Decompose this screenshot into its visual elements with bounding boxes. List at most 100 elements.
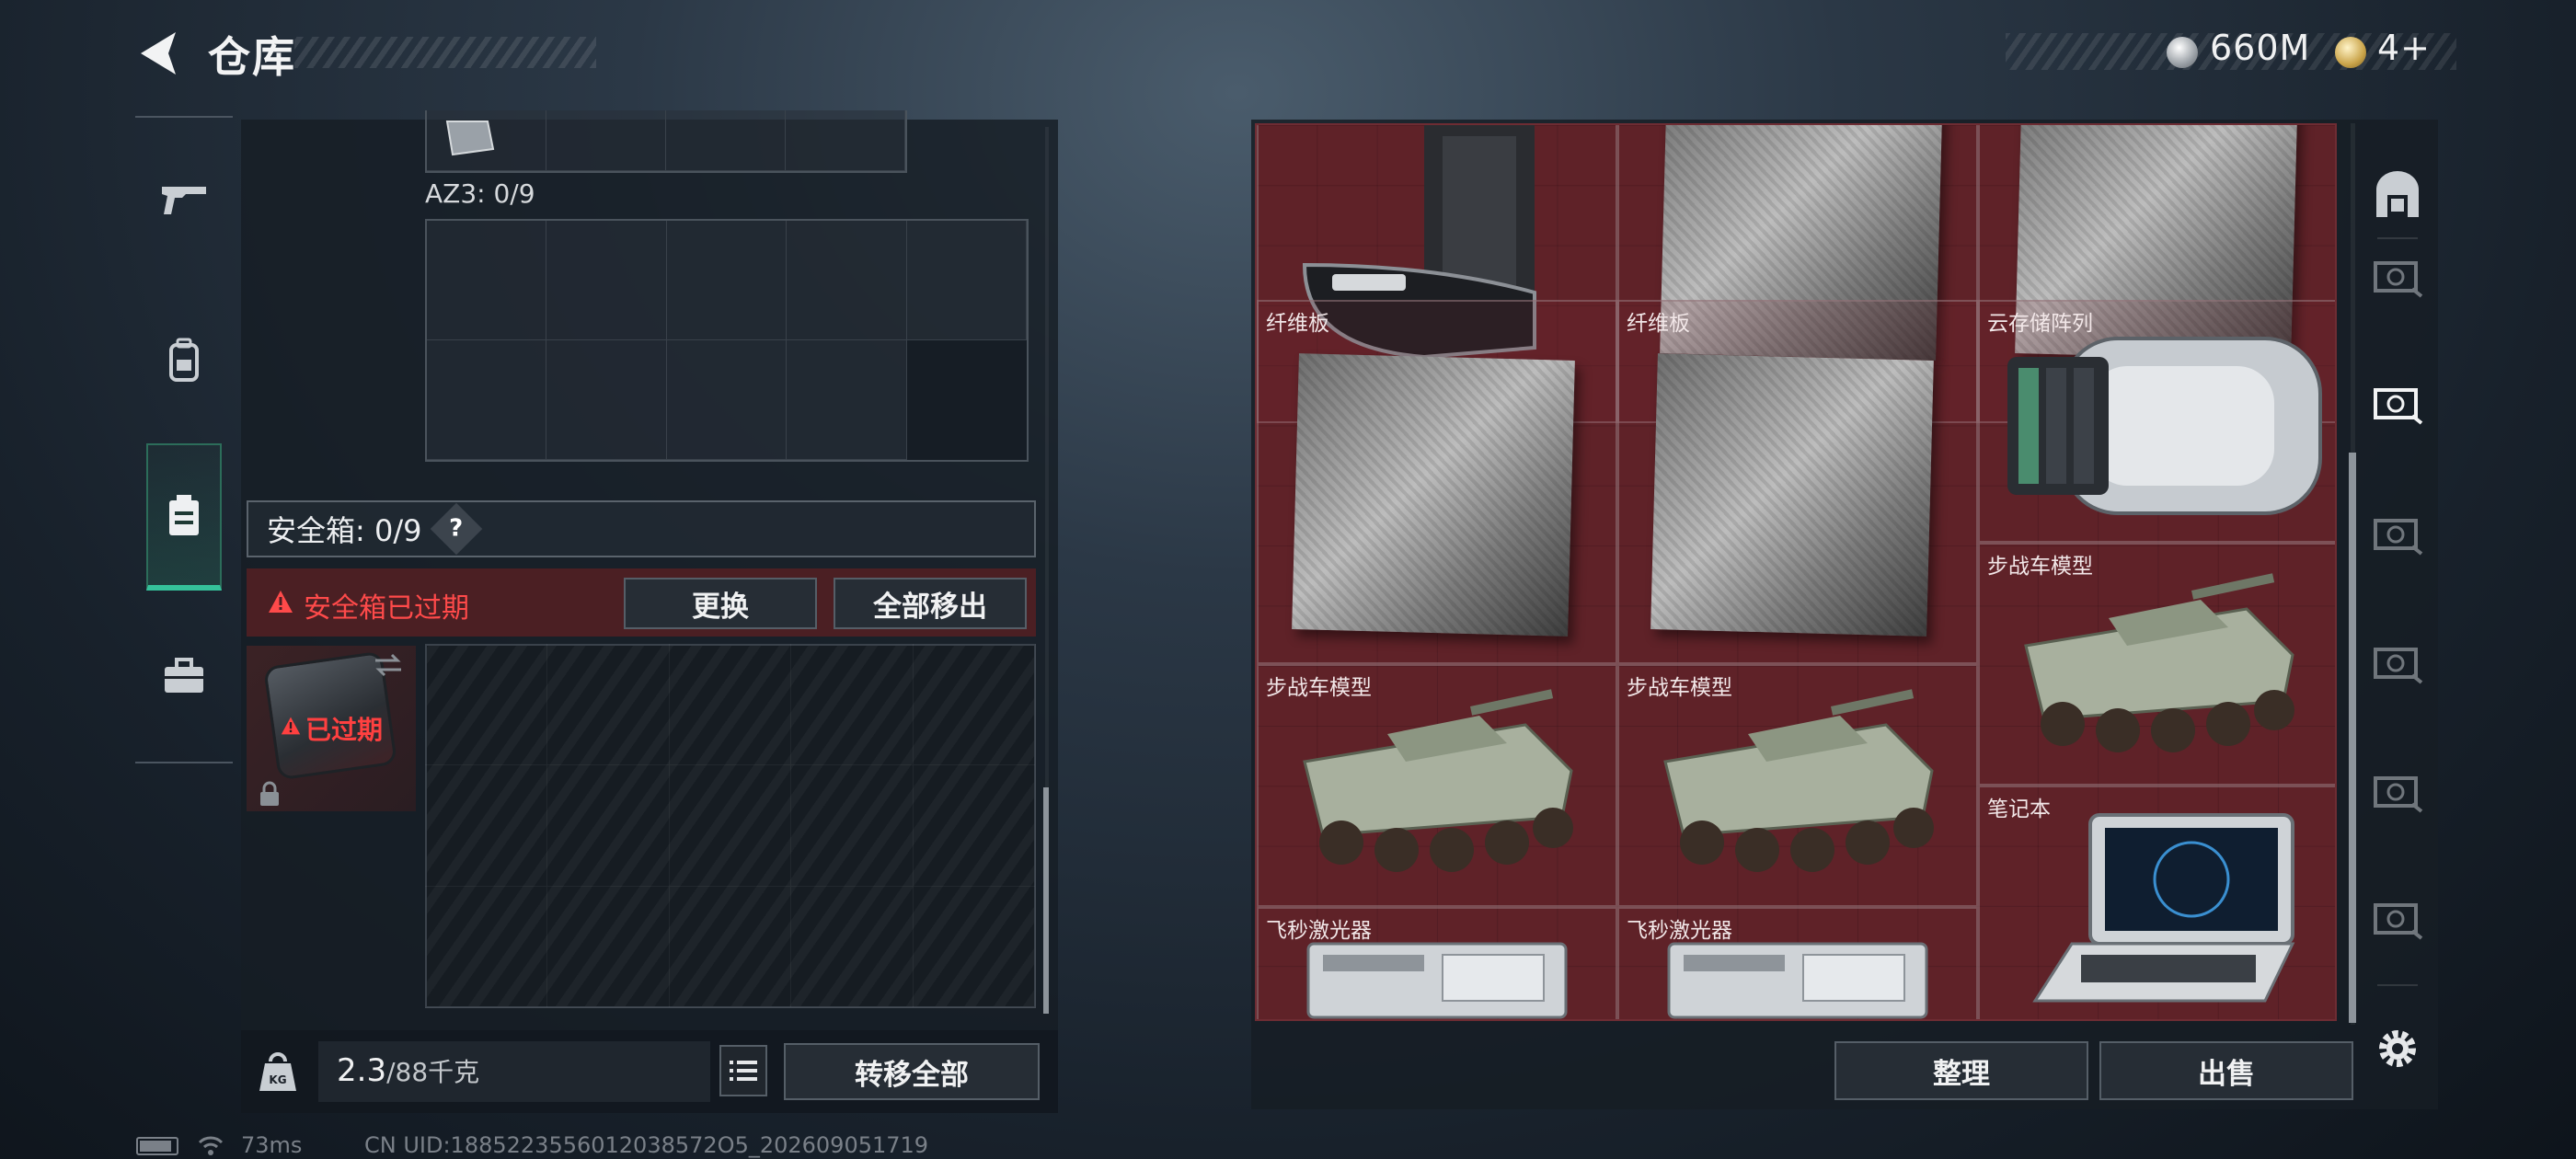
inventory-item[interactable]: 步战车模型 xyxy=(1257,664,1617,907)
storage-tab[interactable] xyxy=(2364,502,2431,567)
replace-button[interactable]: 更换 xyxy=(624,578,817,629)
inventory-item[interactable]: 步战车模型 xyxy=(1617,664,1978,907)
transfer-all-button[interactable]: 转移全部 xyxy=(784,1043,1040,1100)
grid-slot[interactable] xyxy=(546,221,667,340)
femtosecond-laser-image xyxy=(1306,942,1568,1019)
az3-grid xyxy=(425,219,1029,462)
storage-box-icon xyxy=(2374,648,2423,684)
grid-slot[interactable] xyxy=(787,221,907,340)
gold-balance: 4+ xyxy=(2377,28,2432,68)
backpack-icon xyxy=(169,338,199,382)
nav-weapons[interactable] xyxy=(146,131,222,269)
back-button[interactable] xyxy=(131,26,186,81)
storage-tab[interactable] xyxy=(2364,245,2431,309)
page-title: 仓库 xyxy=(208,32,296,82)
item-name: 纤维板 xyxy=(1627,312,1690,336)
femtosecond-laser-image xyxy=(1667,942,1928,1019)
grid-slot[interactable] xyxy=(546,110,666,171)
grid-slot xyxy=(791,644,914,765)
storage-box-icon xyxy=(2374,776,2423,813)
briefcase-icon xyxy=(165,658,203,693)
inventory-item[interactable]: 步战车模型 xyxy=(1978,543,2335,786)
item-fragment-icon xyxy=(445,120,495,156)
warehouse-grid: 纤维板 纤维板 云存储阵列 步战车模型 步战车模型 步战车模型 笔记本 飞秒激光… xyxy=(1255,123,2337,1021)
grid-slot xyxy=(914,765,1036,887)
grid-slot[interactable] xyxy=(427,221,547,340)
item-name: 纤维板 xyxy=(1266,312,1329,336)
sidebar-divider xyxy=(2377,984,2418,986)
grid-slot[interactable] xyxy=(666,221,788,340)
grid-slot xyxy=(914,644,1036,765)
wifi-icon xyxy=(198,1136,224,1155)
weight-max: /88千克 xyxy=(386,1057,480,1087)
user-uid: CN UID:1885223556012038572O5_20260905171… xyxy=(364,1132,929,1158)
inventory-item[interactable]: 飞秒激光器 xyxy=(1617,907,1978,1019)
warning-icon xyxy=(281,717,301,735)
move-all-out-button[interactable]: 全部移出 xyxy=(834,578,1027,629)
storage-tab[interactable] xyxy=(2364,760,2431,824)
safe-case-capacity: 安全箱: 0/9 xyxy=(267,513,422,548)
fiberboard-image xyxy=(1650,353,1934,637)
inventory-item[interactable]: 纤维板 xyxy=(1257,300,1617,664)
inventory-item[interactable]: 飞秒激光器 xyxy=(1257,907,1617,1019)
storage-box-icon xyxy=(2374,903,2423,940)
warning-icon xyxy=(269,591,293,613)
grid-slot[interactable] xyxy=(786,110,905,171)
svg-text:KG: KG xyxy=(269,1073,286,1086)
nav-safe-case[interactable] xyxy=(146,443,222,591)
gear-icon[interactable] xyxy=(2372,1023,2423,1074)
grid-slot[interactable] xyxy=(666,110,786,171)
grid-slot xyxy=(546,887,670,1008)
inventory-item[interactable]: 云存储阵列 xyxy=(1978,300,2335,543)
nav-backpack[interactable] xyxy=(146,291,222,429)
grid-slot xyxy=(669,765,792,887)
grid-slot xyxy=(669,887,792,1008)
sell-button[interactable]: 出售 xyxy=(2099,1041,2353,1100)
ifv-model-image xyxy=(2024,573,2294,752)
fiberboard-image xyxy=(1292,353,1575,637)
silver-coin-icon xyxy=(2167,37,2198,68)
safe-case-icon xyxy=(169,495,199,535)
gold-coin-icon xyxy=(2335,37,2366,68)
storage-tab[interactable] xyxy=(2364,887,2431,951)
back-arrow-icon xyxy=(141,32,176,75)
az3-capacity-label: AZ3: 0/9 xyxy=(425,178,535,209)
grid-slot[interactable] xyxy=(666,340,788,460)
lock-icon xyxy=(260,781,279,806)
grid-slot xyxy=(425,765,547,887)
storage-box-icon xyxy=(2374,388,2423,425)
battery-icon xyxy=(136,1137,178,1155)
cloud-storage-image xyxy=(2007,337,2322,515)
grid-slot[interactable] xyxy=(906,221,1027,340)
inventory-item[interactable]: 笔记本 xyxy=(1978,786,2335,1019)
weight-readout: 2.3/88千克 xyxy=(337,1052,479,1089)
help-button[interactable]: ? xyxy=(431,502,483,556)
storage-home-icon xyxy=(2376,171,2419,217)
ifv-model-image xyxy=(1663,689,1934,872)
storage-box-icon xyxy=(2374,519,2423,556)
inventory-item[interactable]: 纤维板 xyxy=(1617,300,1978,664)
list-view-button[interactable] xyxy=(719,1045,767,1096)
laptop-image xyxy=(2032,813,2295,1003)
swap-icon[interactable] xyxy=(372,651,405,679)
grid-slot xyxy=(425,887,547,1008)
grid-slot xyxy=(546,765,670,887)
expired-warning-text: 安全箱已过期 xyxy=(304,592,469,625)
weight-icon: KG xyxy=(259,1052,296,1091)
grid-slot xyxy=(669,644,792,765)
right-scrollbar-thumb[interactable] xyxy=(2349,453,2356,1023)
grid-slot[interactable] xyxy=(427,340,547,460)
storage-tab[interactable] xyxy=(2364,631,2431,695)
grid-slot[interactable] xyxy=(787,340,907,460)
left-scrollbar-thumb[interactable] xyxy=(1043,787,1049,1014)
storage-home-tab[interactable] xyxy=(2364,162,2431,226)
storage-tab-active[interactable] xyxy=(2364,372,2431,436)
weight-current: 2.3 xyxy=(337,1052,387,1089)
silver-balance: 660M xyxy=(2210,28,2311,68)
nav-briefcase[interactable] xyxy=(146,607,222,745)
grid-slot xyxy=(791,887,914,1008)
sort-button[interactable]: 整理 xyxy=(1834,1041,2088,1100)
grid-slot xyxy=(425,644,547,765)
grid-slot[interactable] xyxy=(546,340,667,460)
grid-slot xyxy=(791,765,914,887)
